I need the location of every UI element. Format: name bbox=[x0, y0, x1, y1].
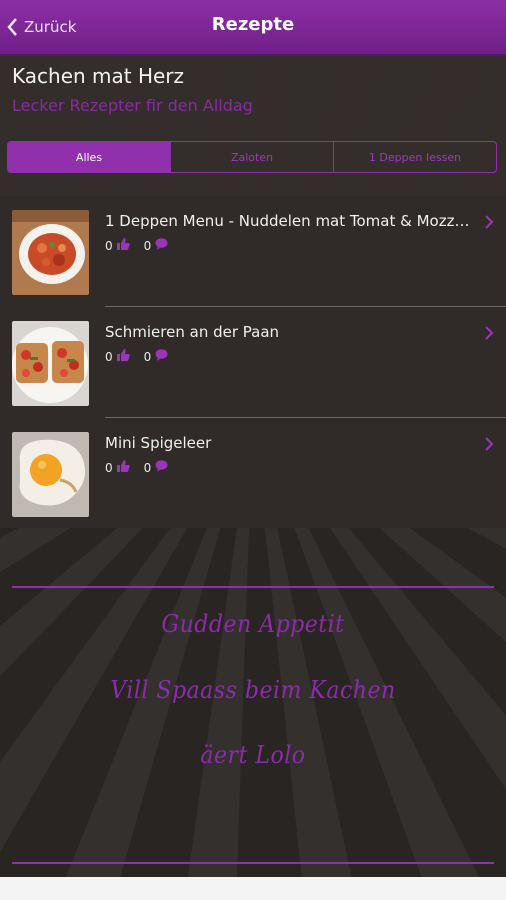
comment-count: 0 bbox=[143, 460, 152, 475]
navigation-bar: Zurück Rezepte bbox=[0, 0, 506, 56]
list-item[interactable]: Mini Spigeleer 0 0 bbox=[0, 418, 506, 529]
list-item[interactable]: Schmieren an der Paan 0 0 bbox=[0, 307, 506, 418]
recipe-stats: 0 0 bbox=[105, 460, 182, 475]
speech-bubble-icon bbox=[155, 460, 168, 475]
comment-count: 0 bbox=[143, 349, 152, 364]
filter-tabs: Alles Zaloten 1 Deppen Iessen bbox=[7, 141, 497, 173]
tab-1-deppen-iessen[interactable]: 1 Deppen Iessen bbox=[333, 142, 496, 172]
chevron-right-icon bbox=[484, 436, 494, 456]
recipe-thumbnail bbox=[12, 321, 89, 406]
thumbs-up-icon bbox=[116, 238, 130, 253]
page-subtitle: Lecker Rezepter fir den Alldag bbox=[12, 96, 253, 115]
like-count: 0 bbox=[105, 460, 113, 475]
recipe-title: Schmieren an der Paan bbox=[105, 323, 280, 341]
page-title: Kachen mat Herz bbox=[12, 64, 185, 88]
header-block: Kachen mat Herz Lecker Rezepter fir den … bbox=[0, 56, 506, 196]
recipe-thumbnail bbox=[12, 210, 89, 295]
footer-divider-bottom bbox=[12, 862, 494, 864]
comment-count: 0 bbox=[143, 238, 152, 253]
bottom-bar bbox=[0, 877, 506, 900]
recipe-stats: 0 0 bbox=[105, 238, 182, 253]
like-count: 0 bbox=[105, 238, 113, 253]
like-count: 0 bbox=[105, 349, 113, 364]
recipe-thumbnail bbox=[12, 432, 89, 517]
chevron-right-icon bbox=[484, 214, 494, 234]
recipe-stats: 0 0 bbox=[105, 349, 182, 364]
recipe-title: 1 Deppen Menu - Nuddelen mat Tomat & Moz… bbox=[105, 212, 470, 230]
footer-divider-top bbox=[12, 586, 494, 588]
tab-zaloten[interactable]: Zaloten bbox=[170, 142, 333, 172]
footer-line-3: äert Lolo bbox=[200, 741, 306, 769]
speech-bubble-icon bbox=[155, 238, 168, 253]
footer-line-2: Vill Spaass beim Kachen bbox=[110, 676, 396, 704]
tab-alles[interactable]: Alles bbox=[8, 142, 170, 172]
thumbs-up-icon bbox=[116, 460, 130, 475]
footer-line-1: Gudden Appetit bbox=[161, 610, 345, 638]
list-item[interactable]: 1 Deppen Menu - Nuddelen mat Tomat & Moz… bbox=[0, 196, 506, 307]
recipe-list: 1 Deppen Menu - Nuddelen mat Tomat & Moz… bbox=[0, 196, 506, 528]
thumbs-up-icon bbox=[116, 349, 130, 364]
speech-bubble-icon bbox=[155, 349, 168, 364]
recipe-title: Mini Spigeleer bbox=[105, 434, 212, 452]
nav-title: Rezepte bbox=[211, 14, 295, 35]
chevron-right-icon bbox=[484, 325, 494, 345]
